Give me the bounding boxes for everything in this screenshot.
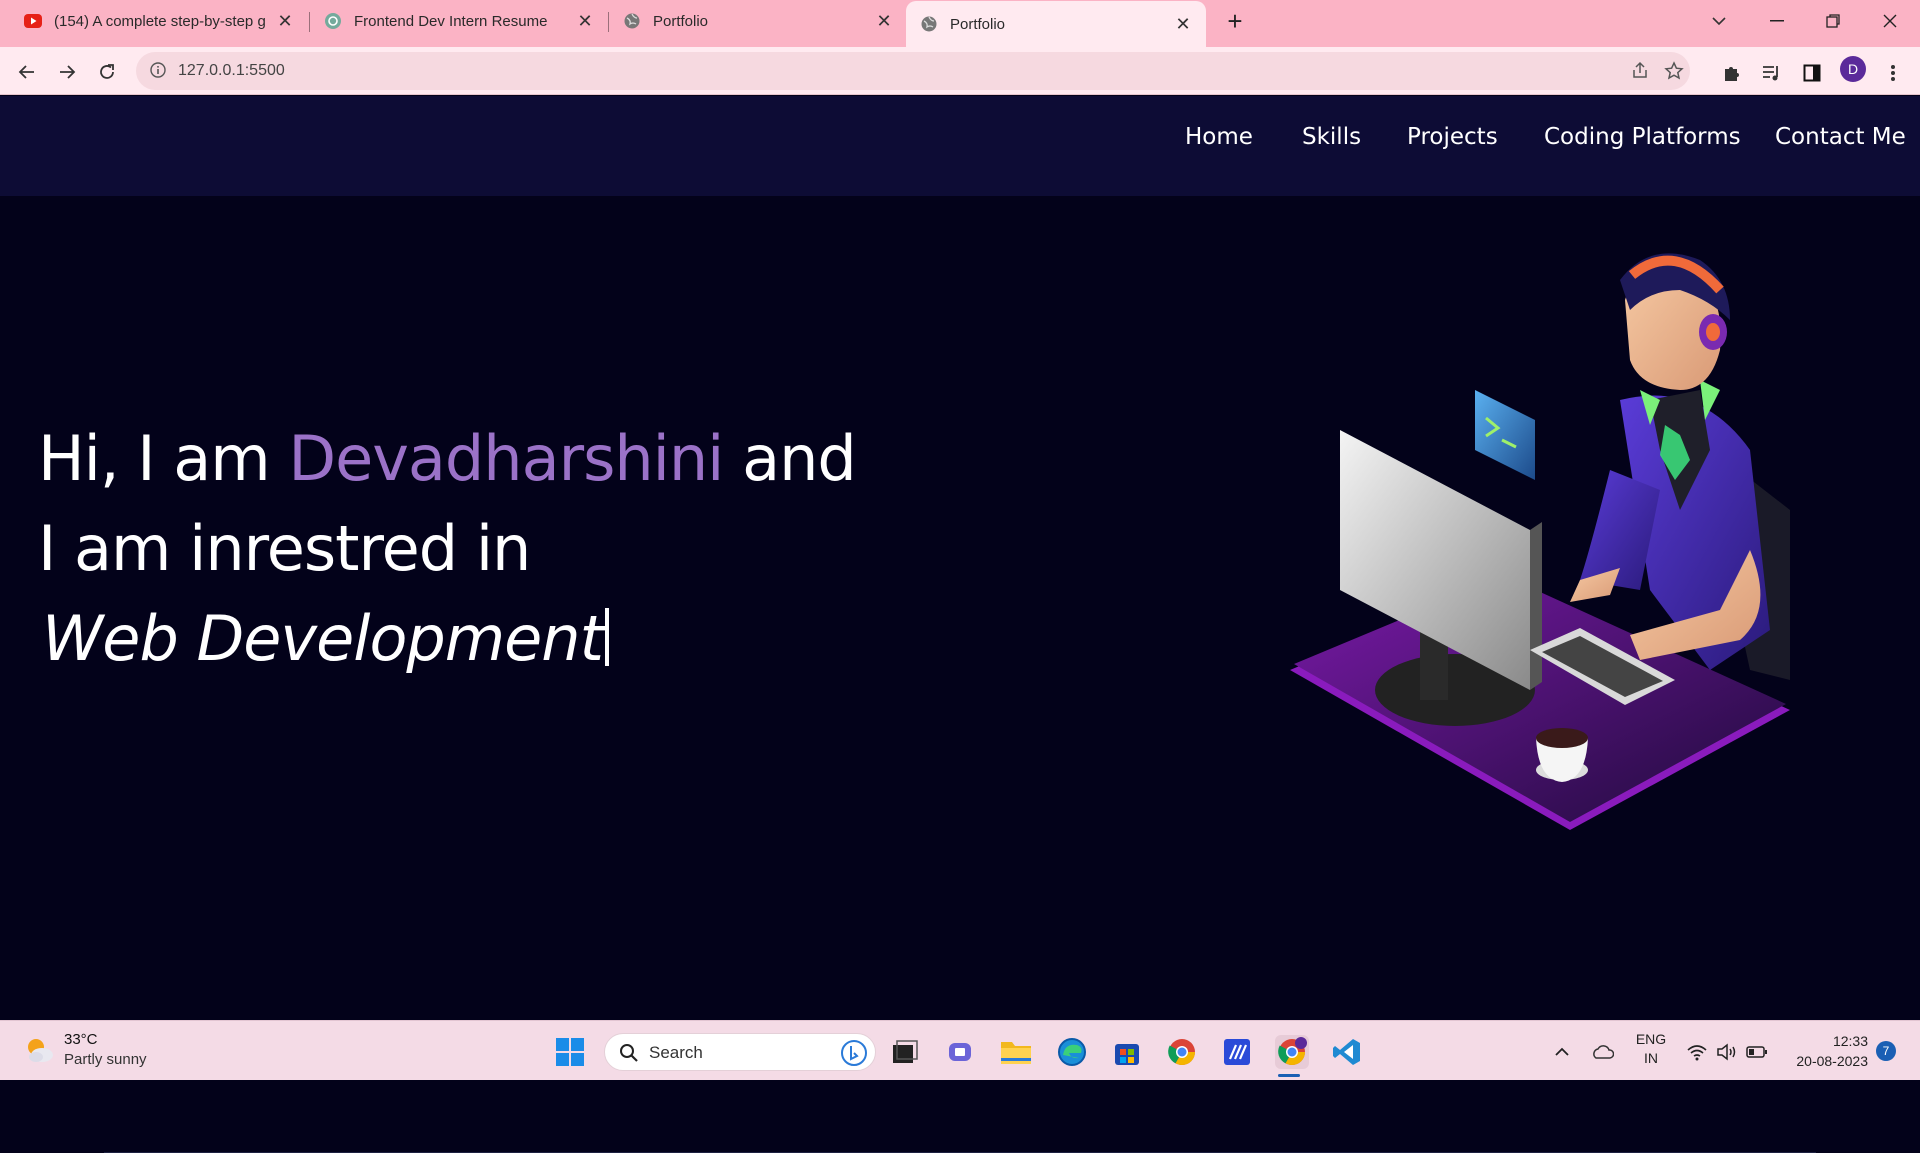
close-window-icon[interactable]: [1875, 6, 1905, 36]
address-bar[interactable]: 127.0.0.1:5500: [136, 52, 1690, 90]
close-tab-icon[interactable]: ✕: [576, 12, 594, 30]
minimize-icon[interactable]: [1762, 6, 1792, 36]
typed-text: Web Development: [42, 602, 604, 675]
search-label: Search: [649, 1043, 703, 1062]
onedrive-icon[interactable]: [1585, 1035, 1619, 1069]
bing-icon[interactable]: [841, 1040, 867, 1071]
nav-contact-me[interactable]: Contact Me: [1775, 124, 1906, 150]
start-windows-icon[interactable]: [553, 1035, 587, 1069]
hero-name: Devadharshini: [288, 422, 724, 495]
profile-avatar[interactable]: D: [1840, 56, 1866, 82]
chrome-icon[interactable]: [1165, 1035, 1199, 1069]
close-tab-icon[interactable]: ✕: [1174, 15, 1192, 33]
kebab-menu-icon[interactable]: [1881, 61, 1905, 85]
tab-title: Portfolio: [950, 15, 1006, 33]
wifi-icon[interactable]: [1680, 1035, 1714, 1069]
chatgpt-icon: [324, 12, 342, 30]
reload-icon[interactable]: [92, 57, 122, 87]
vscode-icon[interactable]: [1330, 1035, 1364, 1069]
site-info-icon[interactable]: [150, 62, 168, 80]
youtube-icon: [24, 12, 42, 30]
language-code: ENG: [1635, 1031, 1667, 1047]
close-tab-icon[interactable]: ✕: [875, 12, 893, 30]
url-text[interactable]: 127.0.0.1:5500: [178, 62, 285, 80]
active-app-indicator: [1278, 1074, 1300, 1077]
clock-date: 20-08-2023: [1796, 1053, 1868, 1069]
chrome-profile-icon[interactable]: [1275, 1035, 1309, 1069]
tray-chevron-up-icon[interactable]: [1545, 1035, 1579, 1069]
task-view-icon[interactable]: [888, 1035, 922, 1069]
taskbar-search[interactable]: Search: [604, 1033, 876, 1071]
nav-coding-platforms[interactable]: Coding Platforms: [1544, 124, 1741, 150]
globe-icon: [920, 15, 938, 33]
weather-condition[interactable]: Partly sunny: [64, 1051, 147, 1068]
developer-illustration: [1290, 253, 1790, 830]
hero-and: and: [723, 422, 857, 495]
hero-line-2: I am inrestred in: [38, 512, 531, 585]
region-code: IN: [1644, 1050, 1658, 1066]
share-icon[interactable]: [1630, 61, 1652, 83]
side-panel-icon[interactable]: [1800, 61, 1824, 85]
tab-resume[interactable]: Frontend Dev Intern Resume ✕: [310, 0, 608, 42]
volume-icon[interactable]: [1710, 1035, 1744, 1069]
weather-temp[interactable]: 33°C: [64, 1031, 98, 1048]
tab-portfolio-active[interactable]: Portfolio ✕: [906, 1, 1206, 47]
nav-projects[interactable]: Projects: [1407, 124, 1498, 150]
tab-title: Frontend Dev Intern Resume: [354, 12, 548, 30]
globe-icon: [623, 12, 641, 30]
search-icon: [619, 1043, 639, 1068]
teams-chat-icon[interactable]: [944, 1035, 978, 1069]
close-tab-icon[interactable]: ✕: [276, 12, 294, 30]
back-icon[interactable]: [12, 57, 42, 87]
nav-home[interactable]: Home: [1185, 124, 1253, 150]
tab-title: Portfolio: [653, 12, 709, 30]
tab-youtube[interactable]: (154) A complete step-by-step g ✕: [10, 0, 308, 42]
new-tab-button[interactable]: +: [1220, 6, 1250, 36]
nav-skills[interactable]: Skills: [1302, 124, 1361, 150]
restore-icon[interactable]: [1818, 6, 1848, 36]
notification-badge[interactable]: 7: [1876, 1041, 1896, 1061]
site-navbar: Home Skills Projects Coding Platforms Co…: [0, 96, 1920, 196]
weather-icon[interactable]: [22, 1033, 56, 1067]
clock-time: 12:33: [1832, 1033, 1868, 1049]
hero-section: Hi, I am Devadharshini and I am inrestre…: [0, 196, 1920, 1153]
hero-typed-line: Web Development: [42, 602, 609, 675]
battery-icon[interactable]: [1740, 1035, 1774, 1069]
file-explorer-icon[interactable]: [999, 1035, 1033, 1069]
bookmark-star-icon[interactable]: [1664, 61, 1686, 83]
windows-taskbar: 33°C Partly sunny Search ENG IN 12:33 20…: [0, 1020, 1920, 1080]
tab-search-icon[interactable]: [1704, 6, 1734, 36]
forward-icon[interactable]: [52, 57, 82, 87]
typing-caret: [604, 608, 609, 666]
hero-greeting: Hi, I am: [38, 422, 289, 495]
tab-strip: (154) A complete step-by-step g ✕ Fronte…: [0, 0, 1920, 47]
media-control-icon[interactable]: [1759, 61, 1783, 85]
vscode-insiders-icon[interactable]: [1220, 1035, 1254, 1069]
hero-line-1: Hi, I am Devadharshini and: [38, 422, 857, 495]
edge-icon[interactable]: [1055, 1035, 1089, 1069]
extensions-icon[interactable]: [1720, 61, 1744, 85]
browser-toolbar: 127.0.0.1:5500: [0, 47, 1920, 95]
store-icon[interactable]: [1110, 1035, 1144, 1069]
system-clock[interactable]: 12:33 20-08-2023: [1784, 1031, 1868, 1071]
tab-portfolio[interactable]: Portfolio ✕: [609, 0, 907, 42]
language-indicator[interactable]: ENG IN: [1628, 1030, 1674, 1068]
tab-title: (154) A complete step-by-step g: [54, 12, 266, 30]
